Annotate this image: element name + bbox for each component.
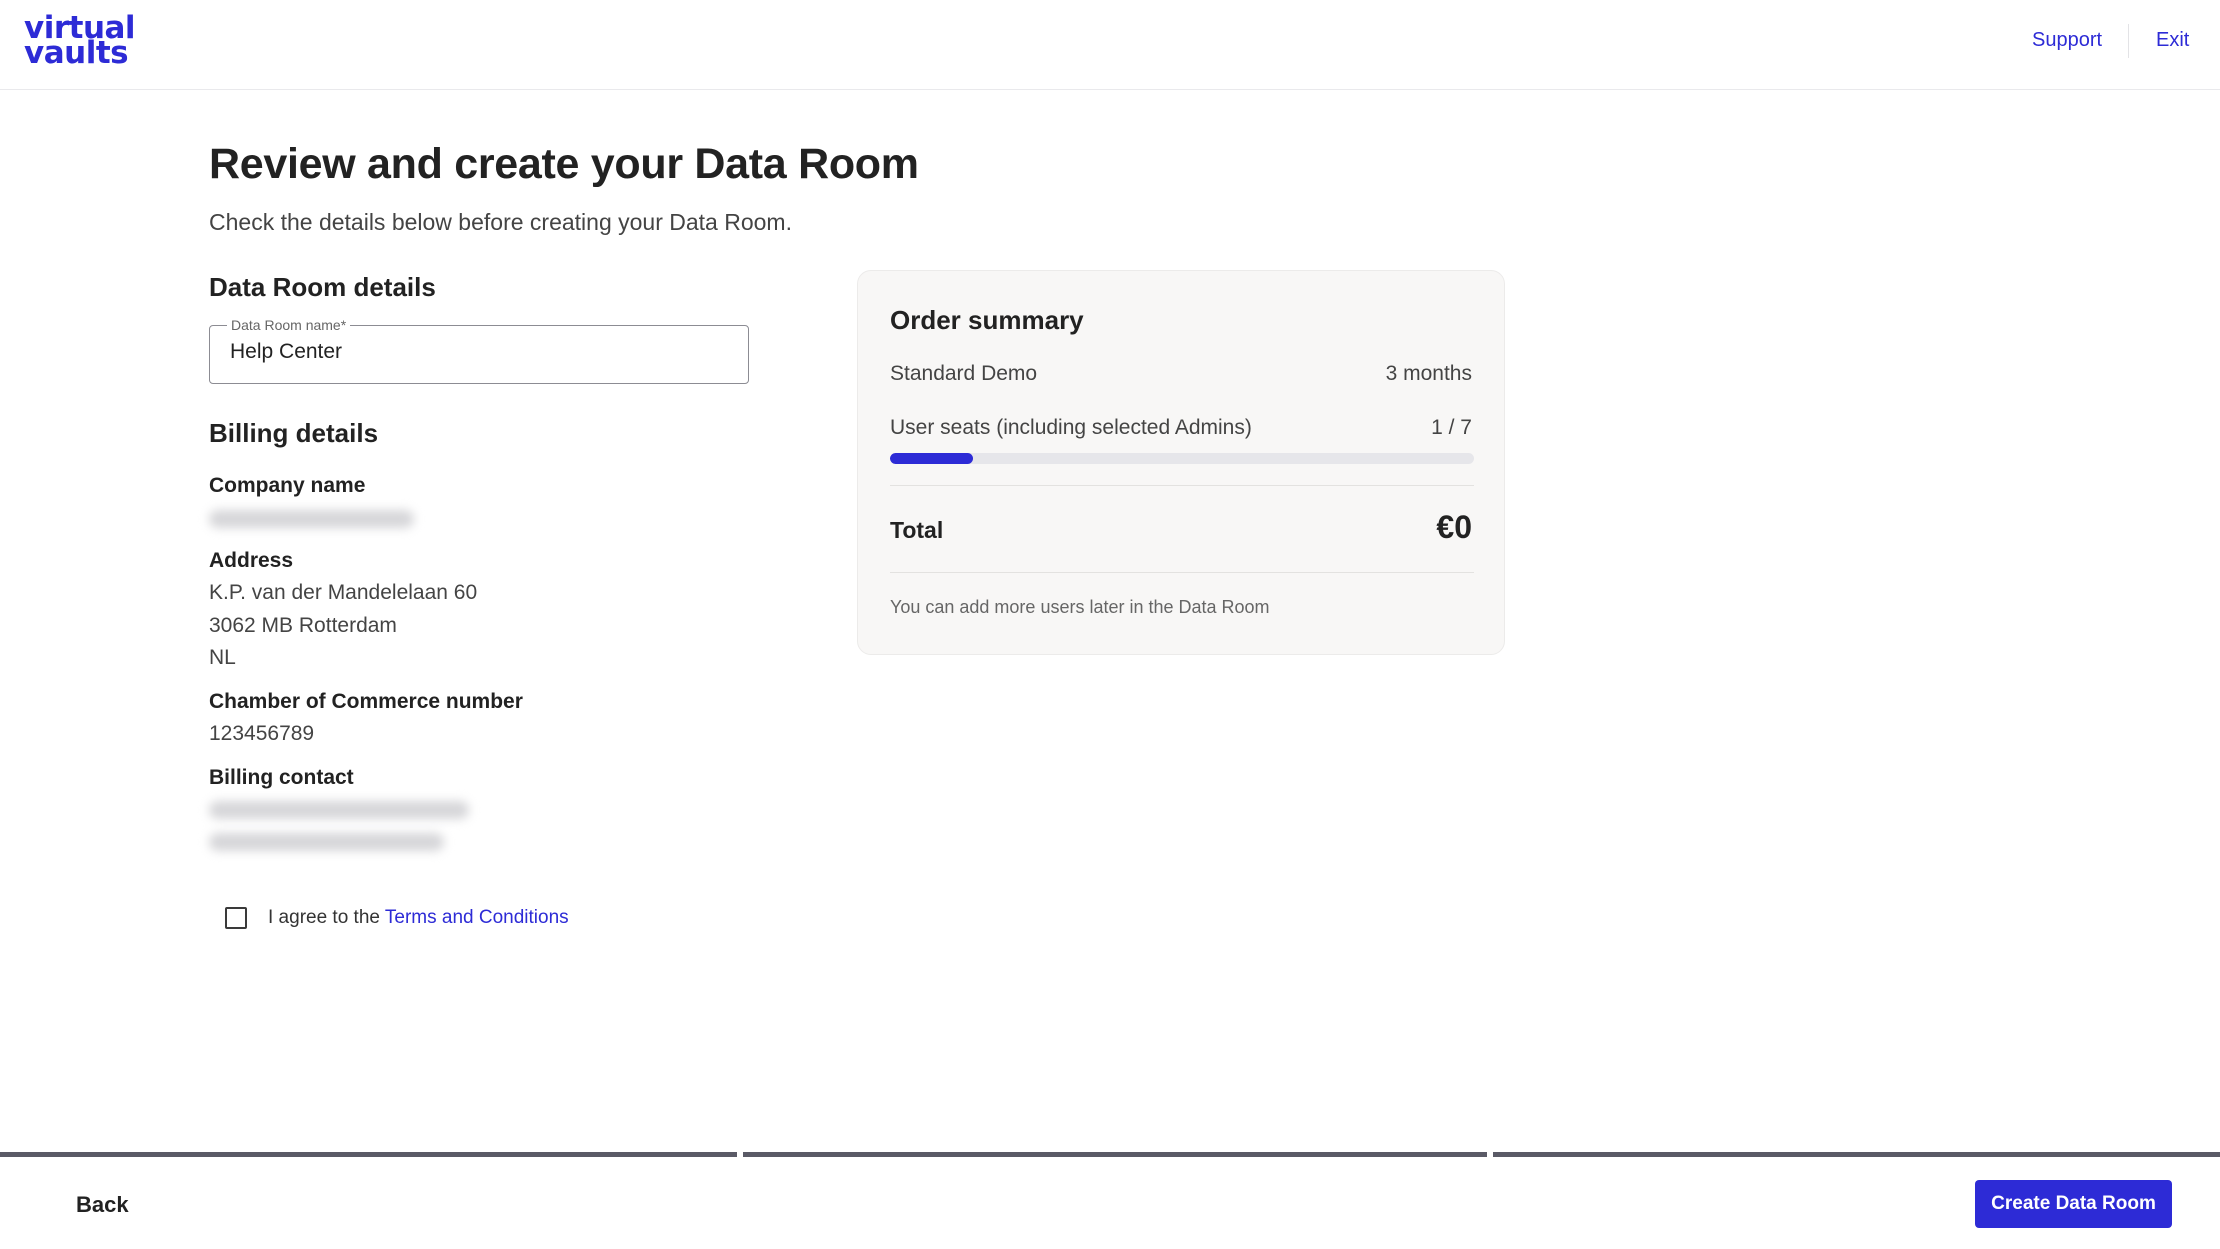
user-seats-progress-bar — [890, 453, 1474, 464]
address-line-3: NL — [209, 646, 236, 669]
address-line-2: 3062 MB Rotterdam — [209, 614, 397, 637]
summary-divider-bottom — [890, 572, 1474, 573]
back-button[interactable]: Back — [76, 1192, 129, 1218]
page-subtitle: Check the details below before creating … — [209, 209, 792, 235]
summary-divider-top — [890, 485, 1474, 486]
user-seats-value: 1 / 7 — [1431, 416, 1472, 439]
order-summary-card: Order summary Standard Demo 3 months Use… — [857, 270, 1505, 655]
terms-prefix: I agree to the — [268, 907, 385, 928]
data-room-name-field: Data Room name* — [209, 317, 749, 384]
user-seats-label: User seats (including selected Admins) — [890, 416, 1252, 439]
total-value: €0 — [1436, 509, 1472, 545]
coc-number-label: Chamber of Commerce number — [209, 690, 523, 713]
add-users-note: You can add more users later in the Data… — [890, 597, 1270, 617]
user-seats-progress-fill — [890, 453, 974, 464]
billing-details-heading: Billing details — [209, 418, 379, 448]
terms-checkbox[interactable] — [225, 907, 247, 929]
data-room-name-input[interactable] — [230, 340, 730, 364]
company-name-label: Company name — [209, 474, 366, 497]
step-1-bar — [0, 1152, 737, 1157]
billing-contact-email-redacted — [209, 833, 444, 851]
virtual-vaults-logo[interactable]: virtual vaults — [24, 13, 136, 71]
data-room-details-heading: Data Room details — [209, 272, 436, 302]
terms-link[interactable]: Terms and Conditions — [385, 907, 569, 928]
terms-agreement-text: I agree to the Terms and Conditions — [268, 907, 569, 929]
total-label: Total — [890, 517, 944, 543]
coc-number-value: 123456789 — [209, 722, 315, 745]
address-line-1: K.P. van der Mandelelaan 60 — [209, 581, 478, 604]
plan-name: Standard Demo — [890, 362, 1038, 385]
step-2-bar — [743, 1152, 1487, 1157]
page-title: Review and create your Data Room — [209, 140, 919, 188]
exit-link[interactable]: Exit — [2156, 29, 2189, 52]
order-summary-title: Order summary — [890, 305, 1084, 335]
step-progress-indicator — [0, 1152, 2220, 1157]
step-3-bar — [1493, 1152, 2220, 1157]
address-label: Address — [209, 549, 294, 572]
header-divider — [2128, 24, 2129, 58]
logo-line-2: vaults — [24, 35, 129, 71]
support-link[interactable]: Support — [2032, 29, 2102, 52]
create-data-room-button[interactable]: Create Data Room — [1975, 1180, 2172, 1228]
data-room-name-label: Data Room name* — [227, 317, 351, 333]
billing-contact-label: Billing contact — [209, 766, 354, 789]
top-header: virtual vaults Support Exit — [0, 0, 2220, 90]
company-name-value-redacted — [209, 510, 414, 528]
billing-contact-name-redacted — [209, 801, 469, 819]
plan-duration: 3 months — [1385, 362, 1472, 385]
